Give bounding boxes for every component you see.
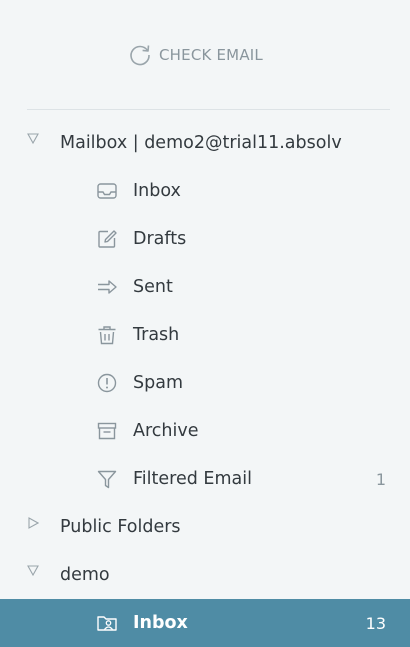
sent-icon [96, 276, 118, 298]
demo-folder-inbox[interactable]: Inbox 13 [0, 599, 410, 647]
check-email-label: CHECK EMAIL [159, 46, 263, 64]
trash-icon [96, 324, 118, 346]
drafts-icon [96, 228, 118, 250]
folder-trash[interactable]: Trash [0, 311, 410, 359]
folder-tree: Mailbox | demo2@trial11.absolv Inbox Dra… [0, 119, 410, 647]
filter-icon [96, 468, 118, 490]
collapse-triangle-icon[interactable] [27, 517, 39, 529]
unread-count: 1 [375, 469, 386, 489]
folder-label: Filtered Email [133, 469, 252, 489]
folder-label: Inbox [133, 613, 188, 633]
folder-spam[interactable]: Spam [0, 359, 410, 407]
inbox-icon [96, 180, 118, 202]
expand-triangle-icon[interactable] [27, 565, 39, 576]
folder-archive[interactable]: Archive [0, 407, 410, 455]
folder-inbox[interactable]: Inbox [0, 167, 410, 215]
divider [27, 109, 390, 110]
demo-label: demo [60, 565, 110, 585]
folder-sent[interactable]: Sent [0, 263, 410, 311]
refresh-icon [127, 42, 153, 68]
folder-label: Inbox [133, 181, 181, 201]
mailbox-account-node[interactable]: Mailbox | demo2@trial11.absolv [0, 119, 410, 167]
folder-label: Drafts [133, 229, 187, 249]
unread-count: 13 [365, 613, 386, 633]
folder-filtered-email[interactable]: Filtered Email 1 [0, 455, 410, 503]
archive-icon [96, 420, 118, 442]
folder-label: Spam [133, 373, 183, 393]
spam-icon [96, 372, 118, 394]
expand-triangle-icon[interactable] [27, 133, 39, 144]
public-folders-label: Public Folders [60, 517, 181, 537]
folder-drafts[interactable]: Drafts [0, 215, 410, 263]
folder-label: Archive [133, 421, 199, 441]
mailbox-label: Mailbox | demo2@trial11.absolv [60, 133, 342, 153]
shared-inbox-icon [96, 612, 118, 634]
demo-account-node[interactable]: demo [0, 551, 410, 599]
folder-label: Sent [133, 277, 173, 297]
folder-label: Trash [133, 325, 180, 345]
check-email-button[interactable]: CHECK EMAIL [0, 0, 390, 110]
public-folders-node[interactable]: Public Folders [0, 503, 410, 551]
